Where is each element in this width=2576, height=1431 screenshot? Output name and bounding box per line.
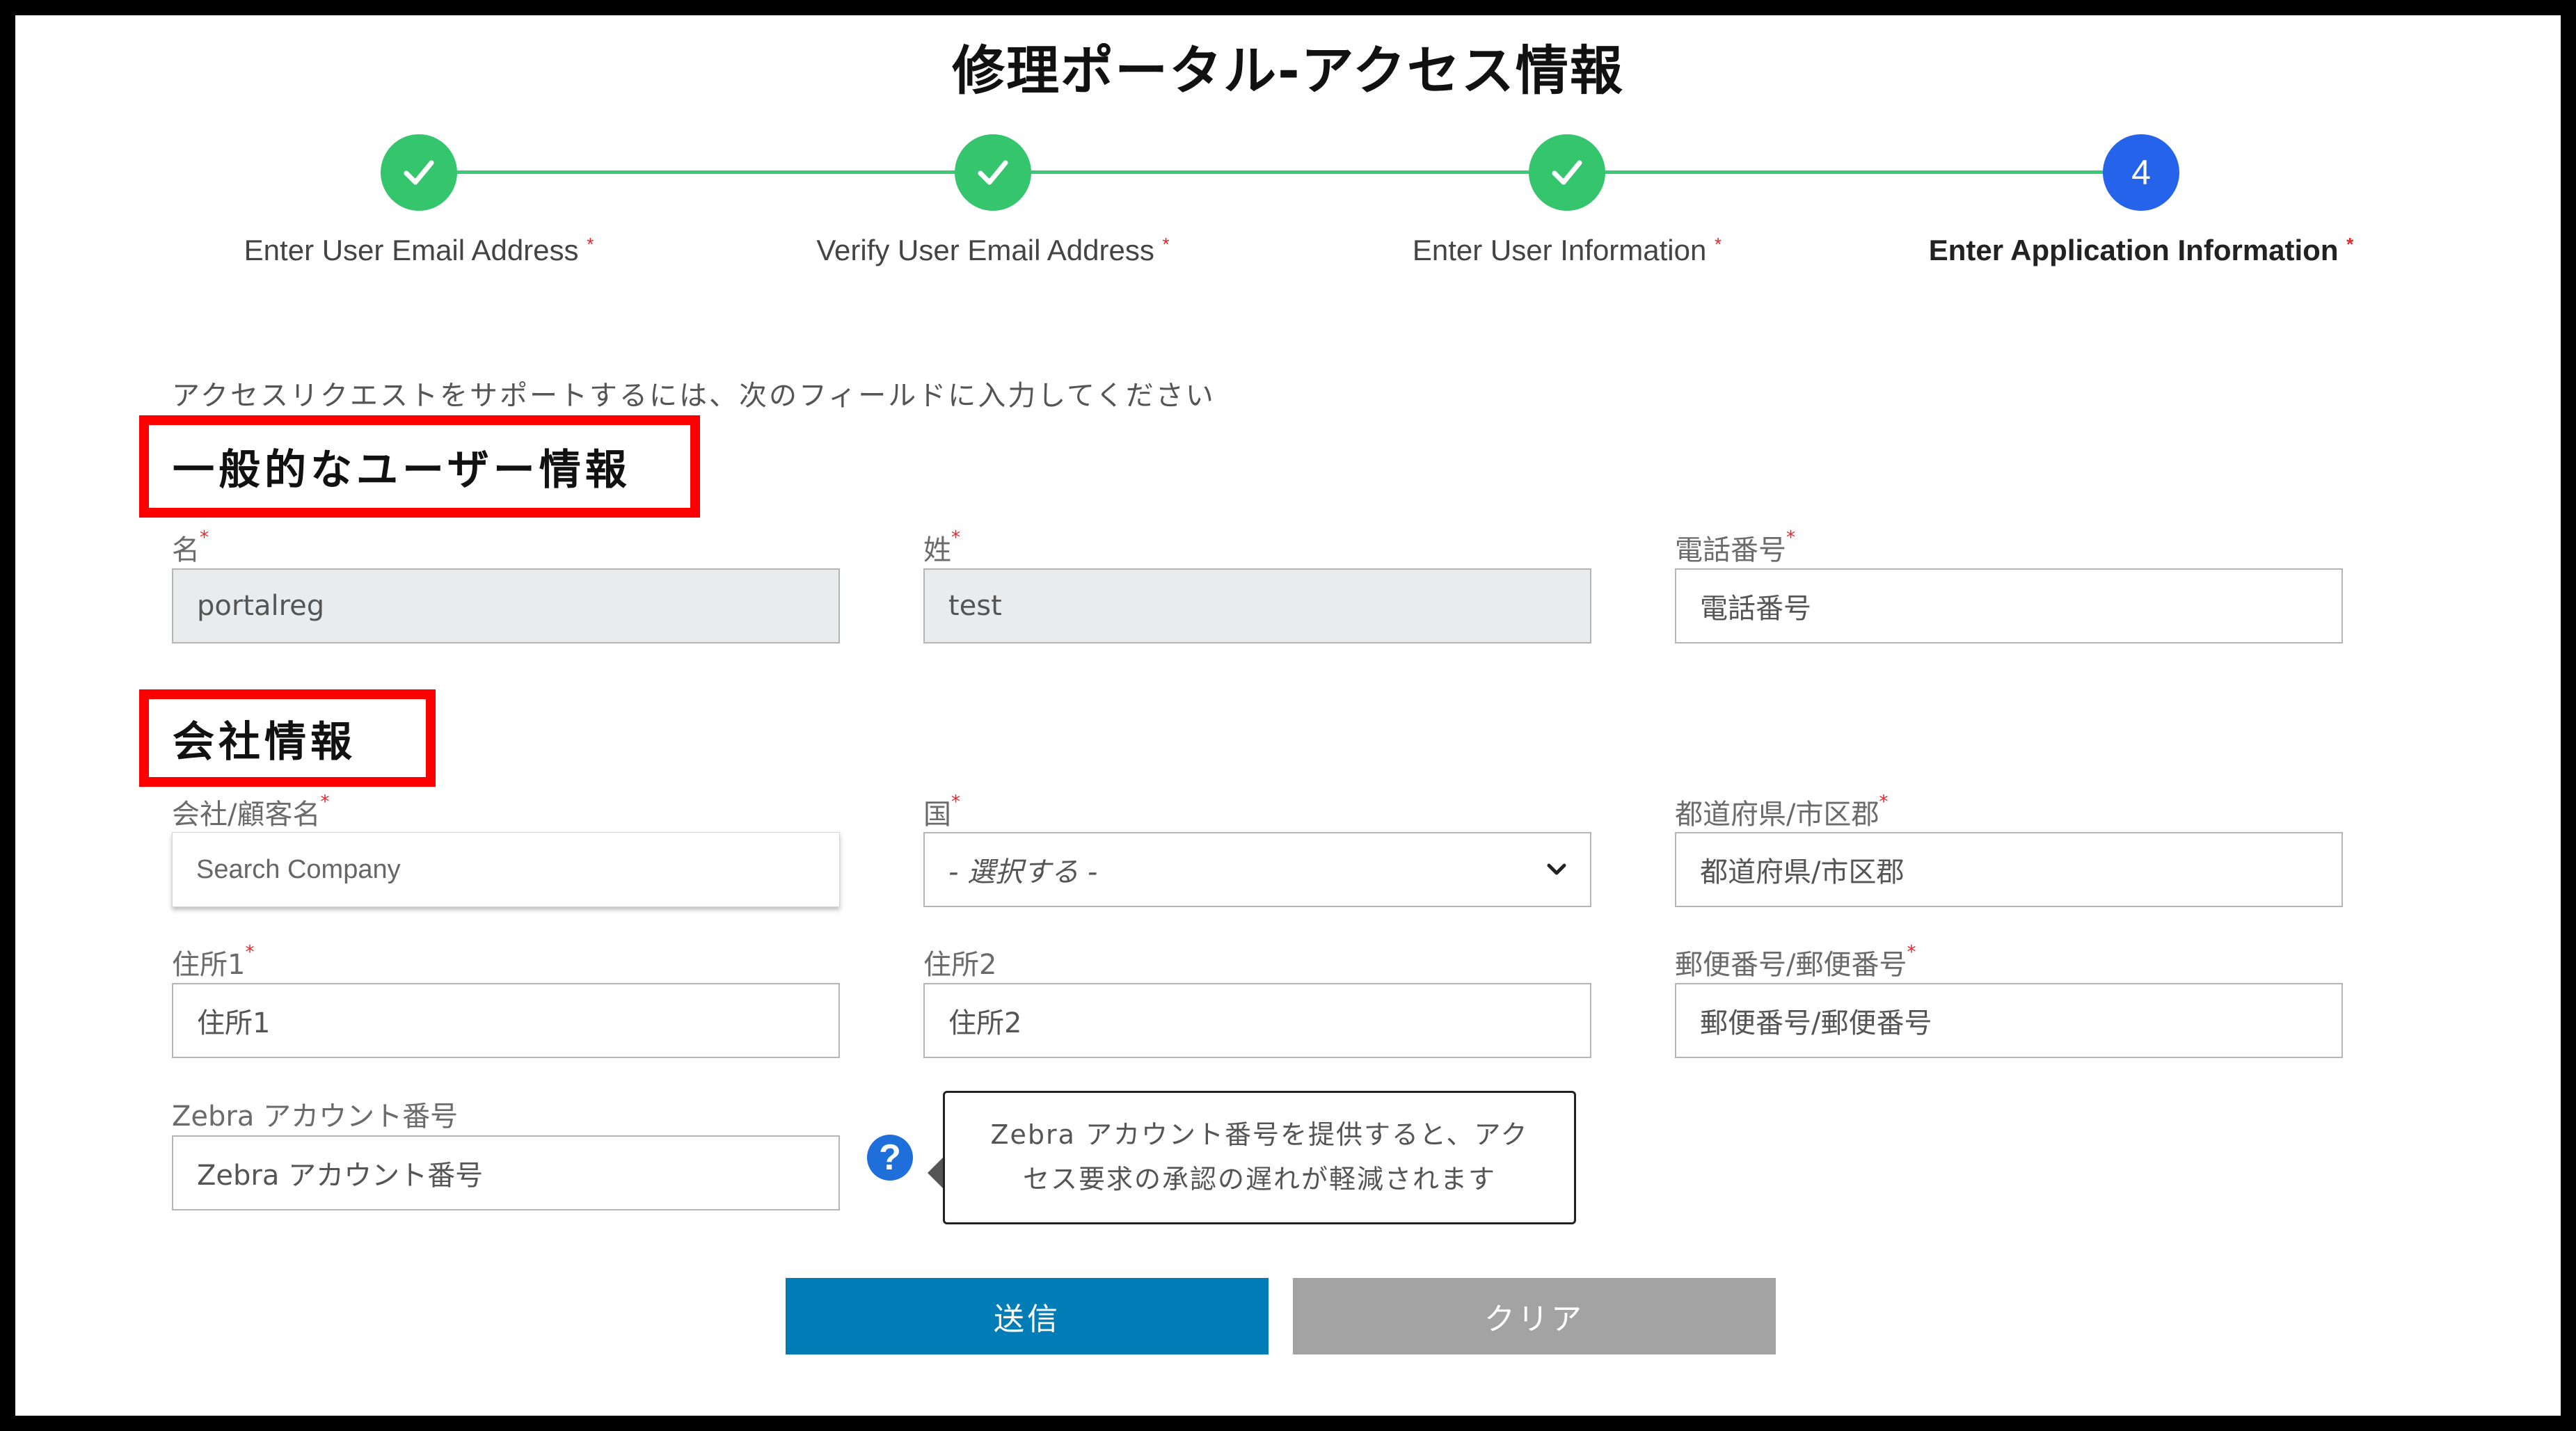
check-icon [978,160,1008,185]
clear-button[interactable]: クリア [1293,1278,1776,1354]
tooltip-line-1: Zebra アカウント番号を提供すると、アク [990,1119,1529,1150]
company-search-input[interactable]: Search Company [172,832,840,907]
address2-label: 住所2 [923,949,997,981]
page-frame: 修理ポータル-アクセス情報 4 Enter User Email Address… [15,15,2561,1416]
required-mark: * [951,792,960,813]
country-label: 国* [923,792,960,832]
step-2-label: Verify User Email Address * [715,234,1271,267]
prefecture-label: 都道府県/市区郡* [1675,792,1888,832]
postal-code-label: 郵便番号/郵便番号* [1675,942,1916,982]
first-name-label-text: 名 [172,534,200,566]
country-select[interactable]: - 選択する - [923,832,1591,907]
account-number-label: Zebra アカウント番号 [172,1101,459,1133]
required-mark: * [1715,234,1722,255]
last-name-label: 姓* [923,527,960,568]
help-icon[interactable]: ? [867,1135,913,1181]
required-mark: * [1162,234,1170,255]
chevron-down-icon [1547,863,1566,875]
required-mark: * [951,527,960,548]
address1-input[interactable]: 住所1 [172,983,840,1058]
company-label: 会社/顧客名* [172,792,329,832]
address1-label: 住所1* [172,942,254,982]
step-1-label-text: Enter User Email Address [244,234,579,266]
step-3-label: Enter User Information * [1289,234,1845,267]
required-mark: * [1907,942,1916,963]
country-label-text: 国 [923,799,951,831]
page-title: 修理ポータル-アクセス情報 [952,40,1624,102]
step-1-label: Enter User Email Address * [141,234,697,267]
phone-label-text: 電話番号 [1675,534,1786,566]
country-selected-value: - 選択する - [948,856,1098,888]
tooltip-arrow [928,1158,943,1188]
step-2-marker [955,134,1031,211]
required-mark: * [200,527,209,548]
submit-button[interactable]: 送信 [786,1278,1269,1354]
step-3-marker [1529,134,1605,211]
address2-input[interactable]: 住所2 [923,983,1591,1058]
step-4-label-text: Enter Application Information [1928,234,2339,266]
tooltip-line-2: セス要求の承認の遅れが軽減されます [1022,1164,1496,1194]
last-name-field[interactable]: test [923,568,1591,643]
check-icon [1552,160,1582,185]
required-mark: * [245,942,255,963]
last-name-label-text: 姓 [923,534,951,566]
stepper-progress-line [419,170,2158,174]
step-3-label-text: Enter User Information [1412,234,1707,266]
phone-input[interactable]: 電話番号 [1675,568,2343,643]
required-mark: * [1879,792,1889,813]
step-1-marker [381,134,457,211]
step-2-label-text: Verify User Email Address [816,234,1154,266]
first-name-label: 名* [172,527,209,568]
postal-code-label-text: 郵便番号/郵便番号 [1675,949,1907,981]
required-mark: * [320,792,330,813]
required-mark: * [587,234,594,255]
required-mark: * [1786,527,1795,548]
address1-label-text: 住所1 [172,949,246,981]
first-name-field[interactable]: portalreg [172,568,840,643]
check-icon [404,160,434,185]
postal-code-input[interactable]: 郵便番号/郵便番号 [1675,983,2343,1058]
company-label-text: 会社/顧客名 [172,799,321,831]
section-heading-general-user-info: 一般的なユーザー情報 [139,415,700,518]
step-4-label: Enter Application Information * [1863,234,2419,267]
step-4-marker: 4 [2103,134,2179,211]
account-number-input[interactable]: Zebra アカウント番号 [172,1135,840,1210]
step-4-number: 4 [2131,153,2151,192]
section-heading-company-info: 会社情報 [139,689,436,787]
account-number-tooltip: Zebra アカウント番号を提供すると、アク セス要求の承認の遅れが軽減されます [943,1091,1576,1224]
phone-label: 電話番号* [1675,527,1795,568]
prefecture-input[interactable]: 都道府県/市区郡 [1675,832,2343,907]
required-mark: * [2346,234,2354,255]
prefecture-label-text: 都道府県/市区郡 [1675,799,1879,831]
form-intro-text: アクセスリクエストをサポートするには、次のフィールドに入力してください [172,380,1216,412]
